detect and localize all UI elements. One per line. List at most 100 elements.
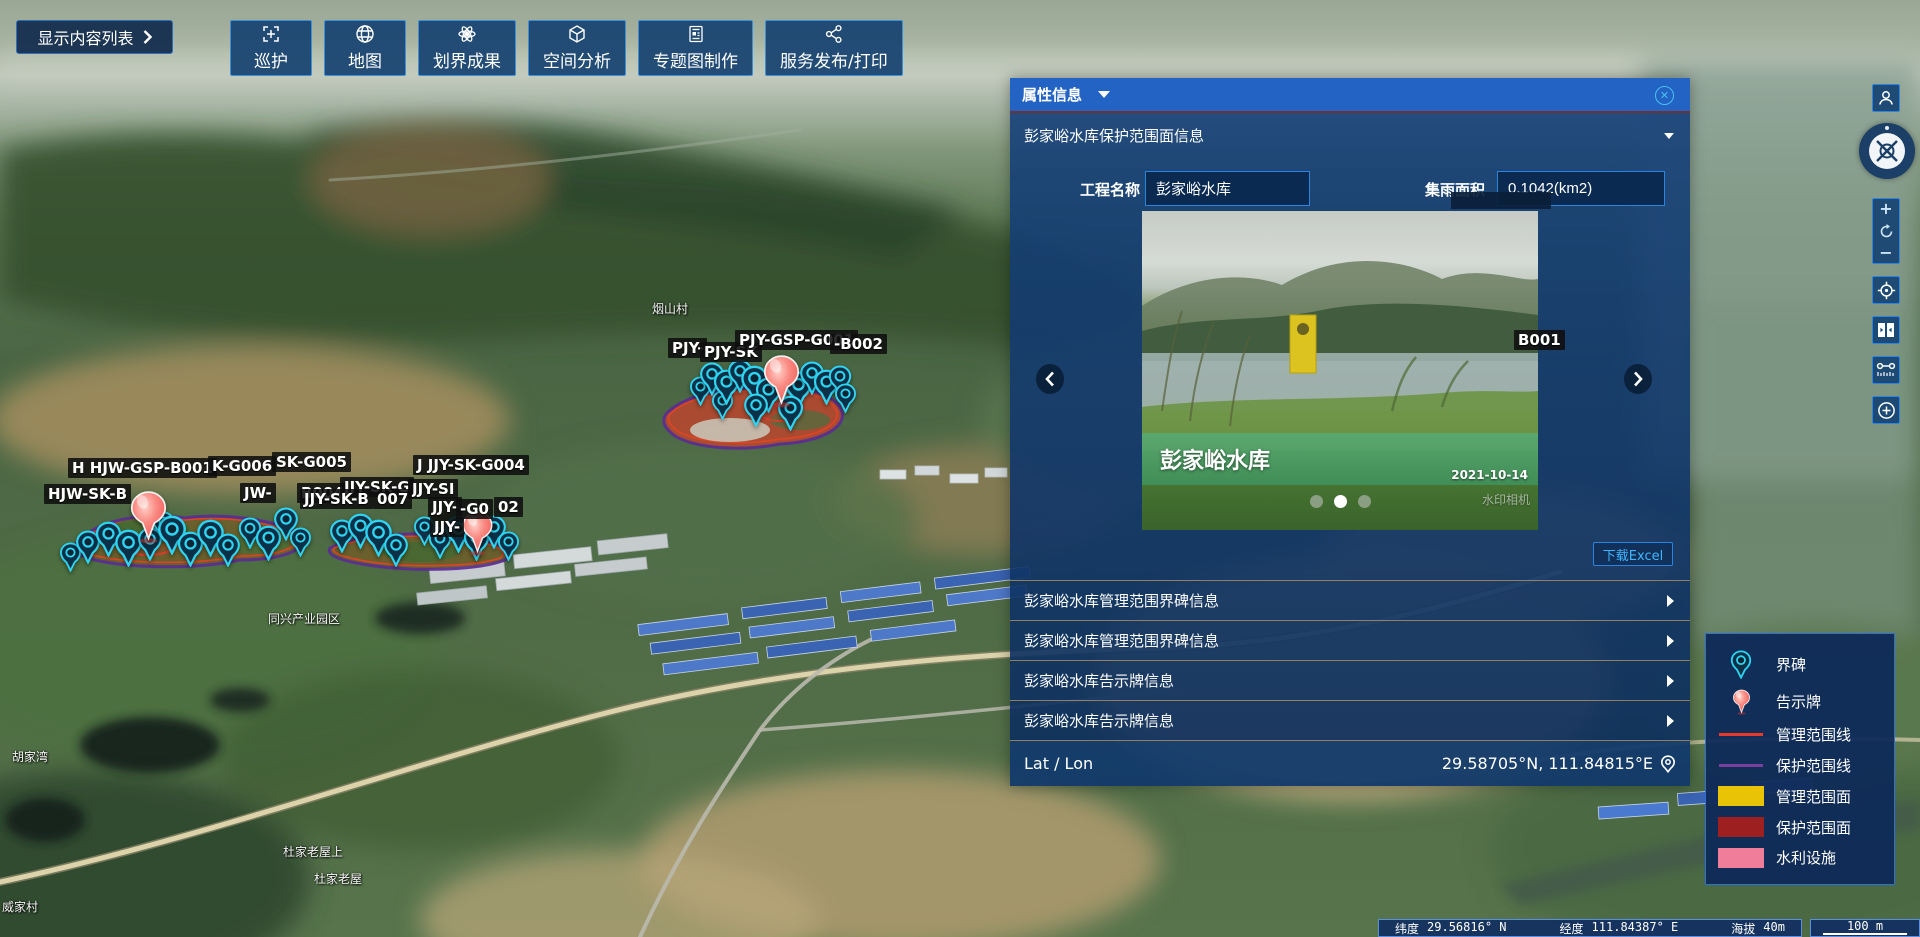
accordion-row-3[interactable]: 彭家峪水库告示牌信息 bbox=[1010, 660, 1690, 700]
locate-button[interactable] bbox=[1872, 276, 1900, 304]
longitude-value: 111.84387° E bbox=[1592, 920, 1679, 937]
gis-application: 显示内容列表 巡护 地图 划界成果 空间分析 专题图制作 服务发布/打印 属性信息 ✕ 彭… bbox=[0, 0, 1920, 937]
place-label: 烟山村 bbox=[652, 300, 688, 317]
marker-label[interactable]: JJY-SI bbox=[408, 479, 458, 499]
rotate-reset-icon[interactable] bbox=[1879, 224, 1894, 239]
section-title: 彭家峪水库保护范围面信息 bbox=[1024, 125, 1204, 146]
accordion-row-2[interactable]: 彭家峪水库管理范围界碑信息 bbox=[1010, 620, 1690, 660]
marker-label[interactable]: H HJW-GSP-B001 bbox=[68, 458, 217, 478]
boundary-pin-marker[interactable] bbox=[383, 533, 409, 567]
place-label: 杜家老屋 bbox=[314, 870, 362, 887]
chevron-right-icon bbox=[1667, 595, 1674, 607]
photo-caption: 彭家峪水库 bbox=[1160, 443, 1270, 475]
measure-button[interactable] bbox=[1872, 356, 1900, 384]
show-content-list-button[interactable]: 显示内容列表 bbox=[16, 20, 173, 54]
marker-label[interactable]: 02 bbox=[494, 497, 523, 517]
notice-pin-marker[interactable] bbox=[129, 490, 168, 544]
scale-line bbox=[1823, 933, 1907, 935]
toolbar-button-spatial-analysis[interactable]: 空间分析 bbox=[528, 20, 626, 76]
zoom-in-button[interactable]: + bbox=[1879, 202, 1892, 216]
legend-item-label: 水利设施 bbox=[1776, 847, 1836, 868]
longitude-label: 经度 bbox=[1560, 920, 1584, 937]
toolbar-button-label: 划界成果 bbox=[433, 47, 501, 72]
marker-label[interactable]: 007 bbox=[373, 489, 412, 509]
boundary-pin-marker[interactable] bbox=[497, 531, 520, 561]
marker-label[interactable]: -B002 bbox=[830, 334, 887, 354]
legend-item-label: 保护范围线 bbox=[1776, 755, 1851, 776]
photo-caption-band: 彭家峪水库 2021-10-14 bbox=[1142, 433, 1538, 485]
carousel-dot-1[interactable] bbox=[1310, 495, 1323, 508]
location-pin-icon bbox=[1660, 755, 1676, 773]
marker-label[interactable]: -G0 bbox=[456, 499, 493, 519]
panel-collapse-caret-icon[interactable] bbox=[1098, 91, 1110, 98]
attribute-panel: 属性信息 ✕ 彭家峪水库保护范围面信息 工程名称 集雨面积 bbox=[1010, 78, 1690, 786]
chevron-right-icon bbox=[1667, 715, 1674, 727]
accordion-row-1[interactable]: 彭家峪水库管理范围界碑信息 bbox=[1010, 580, 1690, 620]
patrol-icon bbox=[261, 24, 281, 44]
project-name-field[interactable] bbox=[1145, 171, 1310, 206]
legend-item-4: 保护范围线 bbox=[1706, 755, 1894, 776]
marker-label[interactable]: HJW-SK-B bbox=[44, 484, 131, 504]
toolbar-button-publish-print[interactable]: 服务发布/打印 bbox=[765, 20, 903, 76]
latlon-label: Lat / Lon bbox=[1024, 754, 1093, 773]
carousel-next-button[interactable] bbox=[1624, 364, 1652, 394]
toolbar-button-thematic-map[interactable]: 专题图制作 bbox=[638, 20, 753, 76]
content-list-label: 显示内容列表 bbox=[37, 25, 133, 49]
marker-label[interactable]: J JJY-SK-G004 bbox=[413, 455, 529, 475]
compass-control[interactable] bbox=[1859, 123, 1915, 179]
marker-label[interactable]: B001 bbox=[1514, 330, 1565, 350]
attribute-panel-title: 属性信息 bbox=[1022, 84, 1082, 105]
accordion-row-label: 彭家峪水库告示牌信息 bbox=[1024, 670, 1174, 691]
carousel-dot-3[interactable] bbox=[1358, 495, 1371, 508]
section-collapse-caret-icon[interactable] bbox=[1664, 133, 1674, 139]
legend-item-5: 管理范围面 bbox=[1706, 786, 1894, 807]
toolbar-button-patrol[interactable]: 巡护 bbox=[230, 20, 312, 76]
boundary-pin-marker[interactable] bbox=[834, 383, 857, 413]
altitude-label: 海拔 bbox=[1731, 920, 1755, 937]
marker-label[interactable]: K-G006 bbox=[208, 456, 276, 476]
scale-bar: 100 m bbox=[1810, 919, 1920, 937]
legend-item-3: 管理范围线 bbox=[1706, 724, 1894, 745]
close-icon[interactable]: ✕ bbox=[1655, 86, 1674, 105]
carousel-dot-2[interactable] bbox=[1334, 495, 1347, 508]
attribute-panel-header: 属性信息 ✕ bbox=[1010, 78, 1690, 113]
latlon-footer: Lat / Lon 29.58705°N, 111.84815°E bbox=[1010, 740, 1690, 786]
carousel-prev-button[interactable] bbox=[1036, 364, 1064, 394]
project-name-label: 工程名称 bbox=[1030, 179, 1140, 200]
notice-pin-marker[interactable] bbox=[762, 354, 801, 408]
status-bar: 纬度29.56816° N 经度111.84387° E 海拔40m bbox=[1378, 919, 1802, 937]
boundary-pin-marker[interactable] bbox=[289, 527, 312, 557]
place-label: 杜家老屋上 bbox=[283, 843, 343, 860]
marker-label[interactable]: JJY- bbox=[430, 517, 464, 537]
toolbar-button-label: 巡护 bbox=[254, 47, 288, 72]
user-button[interactable] bbox=[1872, 84, 1900, 112]
section-header[interactable]: 彭家峪水库保护范围面信息 bbox=[1010, 113, 1690, 158]
marker-label[interactable]: JW- bbox=[240, 483, 276, 503]
latitude-value: 29.56816° N bbox=[1427, 920, 1506, 937]
toolbar-button-label: 空间分析 bbox=[543, 47, 611, 72]
reservoir-photo: 彭家峪水库 2021-10-14 水印相机 bbox=[1142, 211, 1538, 530]
notice-pin-icon bbox=[1706, 689, 1776, 715]
download-excel-button[interactable]: 下载Excel bbox=[1593, 542, 1673, 566]
toolbar-button-label: 地图 bbox=[348, 47, 382, 72]
zoom-out-button[interactable]: − bbox=[1879, 246, 1892, 260]
carousel-dots bbox=[1142, 495, 1538, 508]
legend-item-label: 告示牌 bbox=[1776, 691, 1821, 712]
scale-value: 100 m bbox=[1847, 919, 1883, 933]
toolbar-button-delimitation[interactable]: 划界成果 bbox=[418, 20, 516, 76]
locate-icon bbox=[1877, 281, 1896, 300]
legend-item-6: 保护范围面 bbox=[1706, 817, 1894, 838]
zoom-widget: + − bbox=[1872, 198, 1900, 264]
toolbar-button-label: 服务发布/打印 bbox=[780, 47, 888, 72]
compass-icon bbox=[1869, 133, 1905, 169]
accordion-row-label: 彭家峪水库管理范围界碑信息 bbox=[1024, 590, 1219, 611]
add-button[interactable] bbox=[1872, 396, 1900, 424]
marker-label[interactable]: JJY-SK-B bbox=[300, 489, 373, 509]
marker-label[interactable]: SK-G005 bbox=[272, 452, 351, 472]
split-screen-button[interactable] bbox=[1872, 316, 1900, 344]
cube-icon bbox=[567, 24, 587, 44]
photo-date: 2021-10-14 bbox=[1451, 468, 1528, 482]
toolbar-button-map[interactable]: 地图 bbox=[324, 20, 406, 76]
accordion-row-4[interactable]: 彭家峪水库告示牌信息 bbox=[1010, 700, 1690, 740]
thematic-map-icon bbox=[686, 24, 706, 44]
